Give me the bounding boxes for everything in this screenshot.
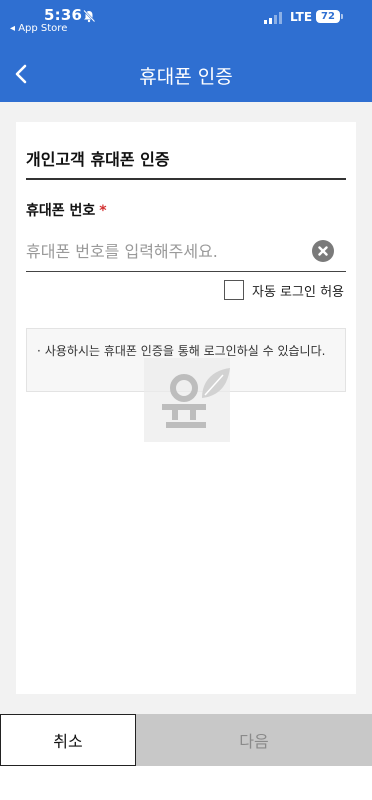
next-button[interactable]: 다음 (136, 714, 372, 766)
page-title: 휴대폰 인증 (139, 66, 233, 88)
top-bar: 5:36 ◂ App Store LTE 72 휴대폰 인증 (0, 0, 372, 102)
auth-card: 개인고객 휴대폰 인증 휴대폰 번호* 자동 로그인 허용 ·사용하시는 휴대폰… (16, 122, 356, 694)
phone-number-input[interactable] (26, 234, 306, 268)
leaf-watermark-icon (162, 368, 230, 428)
required-mark: * (99, 203, 107, 219)
phone-label-text: 휴대폰 번호 (26, 203, 96, 219)
back-to-app-store-link[interactable]: ◂ App Store (10, 23, 67, 34)
auto-login-checkbox[interactable] (224, 280, 244, 300)
signal-icon (264, 12, 282, 24)
auto-login-toggle[interactable]: 자동 로그인 허용 (224, 280, 344, 300)
section-divider (26, 178, 346, 180)
auto-login-label: 자동 로그인 허용 (252, 284, 344, 300)
bottom-action-bar: 취소 다음 (0, 714, 372, 766)
input-underline (26, 271, 346, 272)
bottom-safe-area (0, 766, 372, 800)
bell-muted-icon (83, 9, 96, 23)
phone-field-label: 휴대폰 번호 * (26, 200, 107, 220)
status-time: 5:36 (44, 6, 83, 24)
clear-icon (318, 246, 328, 256)
network-type: LTE (290, 10, 313, 24)
battery-icon: 72 (316, 10, 340, 23)
notice-message: 사용하시는 휴대폰 인증을 통해 로그인하실 수 있습니다. (44, 344, 326, 358)
battery-tip (341, 14, 343, 19)
clear-input-button[interactable] (312, 240, 334, 262)
cancel-button[interactable]: 취소 (0, 714, 136, 766)
section-title: 개인고객 휴대폰 인증 (26, 150, 170, 169)
notice-bullet: · (37, 344, 41, 358)
watermark-logo (144, 358, 230, 442)
